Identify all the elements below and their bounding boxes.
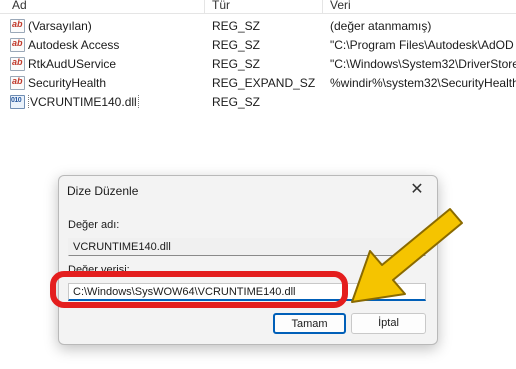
string-value-icon: ab <box>10 57 25 71</box>
row-data: (değer atanmamış) <box>330 19 432 33</box>
cancel-button[interactable]: İptal <box>351 313 426 334</box>
list-row[interactable]: ab SecurityHealth REG_EXPAND_SZ %windir%… <box>0 74 516 93</box>
binary-value-icon: 010 <box>10 95 25 109</box>
column-separator[interactable] <box>322 0 323 14</box>
row-data: "C:\Program Files\Autodesk\AdOD <box>330 38 514 52</box>
string-value-icon: ab <box>10 19 25 33</box>
row-name-text: VCRUNTIME140.dll <box>28 95 139 109</box>
row-type: REG_SZ <box>212 95 261 109</box>
row-type: REG_EXPAND_SZ <box>212 76 316 90</box>
list-row-selected[interactable]: 010 VCRUNTIME140.dll REG_SZ <box>0 93 516 112</box>
close-icon[interactable]: ✕ <box>407 180 427 200</box>
value-name-field: VCRUNTIME140.dll <box>68 238 426 256</box>
edit-string-dialog: Dize Düzenle ✕ Değer adı: VCRUNTIME140.d… <box>58 175 438 345</box>
dialog-title: Dize Düzenle <box>67 184 139 198</box>
column-header-type[interactable]: Tür <box>212 0 230 12</box>
list-row[interactable]: ab (Varsayılan) REG_SZ (değer atanmamış) <box>0 17 516 36</box>
value-name-label: Değer adı: <box>68 219 120 231</box>
row-name: Autodesk Access <box>28 38 120 52</box>
column-header-data[interactable]: Veri <box>330 0 351 12</box>
list-row[interactable]: ab RtkAudUService REG_SZ "C:\Windows\Sys… <box>0 55 516 74</box>
column-separator[interactable] <box>204 0 205 14</box>
row-name: (Varsayılan) <box>28 19 92 33</box>
highlight-box <box>50 271 348 308</box>
string-value-icon: ab <box>10 76 25 90</box>
row-data: %windir%\system32\SecurityHealth <box>330 76 516 90</box>
ok-button[interactable]: Tamam <box>273 313 346 334</box>
row-name: VCRUNTIME140.dll <box>28 95 198 109</box>
string-value-icon: ab <box>10 38 25 52</box>
row-name: RtkAudUService <box>28 57 117 71</box>
row-type: REG_SZ <box>212 19 261 33</box>
row-type: REG_SZ <box>212 38 261 52</box>
column-header-name[interactable]: Ad <box>12 0 27 12</box>
row-name: SecurityHealth <box>28 76 107 90</box>
list-row[interactable]: ab Autodesk Access REG_SZ "C:\Program Fi… <box>0 36 516 55</box>
row-type: REG_SZ <box>212 57 261 71</box>
list-header: Ad Tür Veri <box>0 0 516 14</box>
row-data: "C:\Windows\System32\DriverStore <box>330 57 516 71</box>
